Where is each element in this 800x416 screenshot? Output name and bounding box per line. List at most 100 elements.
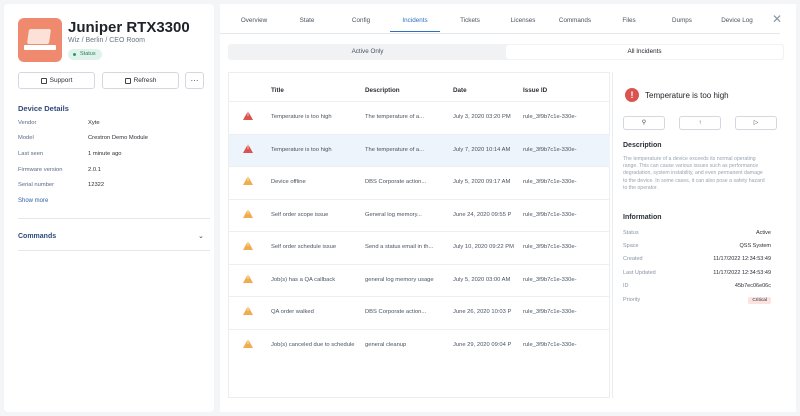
- tab-incidents[interactable]: Incidents: [390, 14, 440, 32]
- cell-date: July 10, 2020 09:22 PM: [453, 244, 514, 250]
- column-header-title[interactable]: Title: [271, 87, 284, 94]
- tab-dumps[interactable]: Dumps: [664, 14, 700, 32]
- tab-tickets[interactable]: Tickets: [452, 14, 488, 32]
- cell-date: July 5, 2020 09:17 AM: [453, 179, 511, 185]
- incident-filter-toggle: Active Only All Incidents: [228, 44, 784, 60]
- filter-all-incidents[interactable]: All Incidents: [506, 45, 783, 59]
- warning-icon: [243, 111, 253, 120]
- cell-title: Temperature is too high: [271, 146, 332, 153]
- incidents-table: Title Description Date Issue ID Temperat…: [228, 72, 610, 398]
- close-icon[interactable]: ✕: [772, 12, 782, 26]
- main-panel: Overview State Config Incidents Tickets …: [220, 4, 796, 412]
- status-badge: Status: [68, 49, 102, 60]
- alert-icon: !: [625, 88, 639, 102]
- cell-id: rule_3f9b7c1e-330e-: [523, 114, 577, 120]
- table-row[interactable]: Device offline DBS Corporate action... Jul…: [229, 166, 610, 198]
- table-row[interactable]: Job(s) canceled due to schedule general c…: [229, 328, 610, 361]
- priority-badge: Critical: [748, 297, 771, 304]
- detail-key: Firmware version: [18, 167, 63, 173]
- table-row[interactable]: Self order schedule issue Send a status e…: [229, 231, 610, 263]
- cell-id: rule_3f9b7c1e-330e-: [523, 244, 577, 250]
- cell-desc: Send a status email in th...: [365, 244, 434, 250]
- detail-key: Model: [18, 135, 34, 141]
- info-key: Created: [623, 256, 643, 262]
- cell-date: July 3, 2020 03:20 PM: [453, 114, 511, 120]
- arrow-up-button[interactable]: ↑: [679, 116, 721, 130]
- detail-value: 2.0.1: [88, 167, 101, 173]
- table-row[interactable]: Self order scope issue General log memory…: [229, 198, 610, 231]
- column-header-date[interactable]: Date: [453, 87, 467, 94]
- table-row[interactable]: Temperature is too high The temperature o…: [229, 101, 610, 133]
- info-value: 11/17/2022 12:34:53:49: [713, 256, 771, 262]
- show-more-link[interactable]: Show more: [18, 198, 48, 204]
- cell-title: QA order walked: [271, 309, 314, 315]
- play-button[interactable]: ▷: [735, 116, 777, 130]
- cell-id: rule_3f9b7c1e-330e-: [523, 276, 577, 283]
- tab-config[interactable]: Config: [344, 14, 378, 32]
- info-value: 11/17/2022 12:34:53:49: [713, 270, 771, 276]
- tab-files[interactable]: Files: [612, 14, 646, 32]
- column-header-issue-id[interactable]: Issue ID: [523, 87, 547, 94]
- device-details-heading: Device Details: [18, 104, 69, 113]
- detail-value: 12322: [88, 182, 105, 188]
- detail-value: Xyte: [88, 120, 100, 126]
- table-row[interactable]: Job(s) has a QA callback general log memo…: [229, 263, 610, 296]
- cell-date: July 5, 2020 03:00 AM: [453, 276, 511, 283]
- commands-section-toggle[interactable]: Commands: [18, 233, 56, 240]
- detail-value: Crestron Demo Module: [88, 135, 148, 141]
- tab-device-log[interactable]: Device Log: [714, 14, 760, 32]
- tab-state[interactable]: State: [290, 14, 324, 32]
- cell-date: June 24, 2020 09:55 P: [453, 211, 512, 218]
- cell-id: rule_3f9b7c1e-330e-: [523, 179, 577, 185]
- chevron-down-icon[interactable]: ⌄: [198, 232, 204, 240]
- refresh-icon: [124, 77, 131, 84]
- tab-overview[interactable]: Overview: [234, 14, 274, 32]
- cell-desc: General log memory...: [365, 211, 422, 218]
- cell-title: Temperature is too high: [271, 114, 332, 120]
- cell-date: June 26, 2020 10:03 P: [453, 309, 512, 315]
- warning-icon: [243, 338, 253, 348]
- cell-desc: The temperature of a...: [365, 146, 424, 153]
- info-key: Last Updated: [623, 270, 656, 276]
- device-breadcrumb: Wiz / Berlin / CEO Room: [68, 37, 146, 44]
- info-key: Space: [623, 243, 639, 249]
- more-options-button[interactable]: ···: [185, 72, 204, 89]
- cell-id: rule_3f9b7c1e-330e-: [523, 146, 577, 153]
- cell-date: June 29, 2020 09:04 P: [453, 341, 512, 348]
- table-row[interactable]: QA order walked DBS Corporate action... Ju…: [229, 296, 610, 328]
- info-key: ID: [623, 283, 629, 289]
- cell-desc: general cleanup: [365, 341, 407, 348]
- cell-id: rule_3f9b7c1e-330e-: [523, 309, 577, 315]
- cell-desc: general log memory usage: [365, 276, 434, 283]
- refresh-button[interactable]: Refresh: [102, 72, 179, 89]
- tabs-divider: [220, 33, 780, 34]
- support-label: Support: [49, 77, 73, 84]
- detail-key: Vendor: [18, 120, 37, 126]
- tab-commands[interactable]: Commands: [554, 14, 596, 32]
- incident-description: The temperature of a device exceeds its …: [623, 156, 765, 191]
- cell-desc: DBS Corporate action...: [365, 179, 427, 185]
- device-panel: Juniper RTX3300 Wiz / Berlin / CEO Room …: [4, 4, 214, 412]
- link-button[interactable]: ⚲: [623, 116, 665, 130]
- cell-id: rule_3f9b7c1e-330e-: [523, 341, 577, 348]
- tab-licenses[interactable]: Licenses: [504, 14, 542, 32]
- info-value: QSS System: [739, 243, 771, 249]
- incident-detail-panel: ! Temperature is too high ⚲ ↑ ▷ Descript…: [612, 72, 784, 398]
- info-key: Status: [623, 230, 639, 236]
- cell-desc: The temperature of a...: [365, 114, 424, 120]
- column-header-description[interactable]: Description: [365, 87, 400, 94]
- description-heading: Description: [623, 142, 662, 149]
- cell-title: Self order scope issue: [271, 211, 329, 218]
- divider: [18, 218, 210, 219]
- filter-active-only[interactable]: Active Only: [229, 45, 506, 59]
- cell-title: Job(s) canceled due to schedule: [271, 341, 355, 348]
- cell-date: July 7, 2020 10:14 AM: [453, 146, 511, 153]
- warning-icon: [243, 241, 253, 250]
- cell-desc: DBS Corporate action...: [365, 309, 427, 315]
- incident-title: Temperature is too high: [645, 91, 729, 100]
- cell-title: Device offline: [271, 179, 306, 185]
- support-button[interactable]: Support: [18, 72, 95, 89]
- warning-icon: [243, 143, 253, 153]
- table-row[interactable]: Temperature is too high The temperature o…: [229, 133, 610, 166]
- warning-icon: [243, 176, 253, 185]
